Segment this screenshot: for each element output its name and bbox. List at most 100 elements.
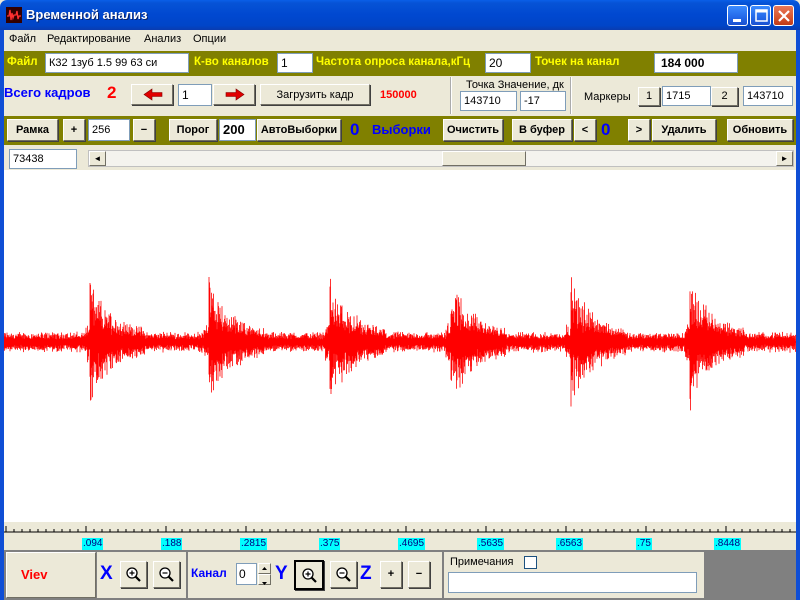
menu-analysis[interactable]: Анализ <box>144 33 181 45</box>
samples-label: Выборки <box>372 122 431 137</box>
scroll-right-button[interactable]: ► <box>776 151 793 166</box>
point-value-header: Точка Значение, дк <box>466 79 564 91</box>
threshold-button[interactable]: Порог <box>169 119 217 141</box>
ruler-tick-label: .5635 <box>477 538 505 550</box>
delete-button[interactable]: Удалить <box>652 119 716 141</box>
minimize-button[interactable] <box>727 5 748 26</box>
waveform-path <box>3 277 796 411</box>
channels-label: К-во каналов <box>194 56 269 68</box>
y-zoom-in-button[interactable] <box>294 560 324 590</box>
y-zoom-out-button[interactable] <box>330 561 357 588</box>
arrow-left-icon <box>143 88 163 101</box>
point-value-group: Точка Значение, дк 143710 -17 <box>450 77 572 114</box>
ruler-tick-label: .6563 <box>556 538 584 550</box>
scroll-row: 73438 ◄ ► <box>4 147 796 169</box>
frame-plus-button[interactable]: + <box>63 119 85 141</box>
frame-number-input[interactable]: 1 <box>178 84 212 106</box>
frame-button[interactable]: Рамка <box>7 119 58 141</box>
horizontal-scrollbar[interactable]: ◄ ► <box>88 150 794 167</box>
marker1-button[interactable]: 1 <box>638 87 660 106</box>
spin-down-icon <box>262 582 267 585</box>
z-plus-button[interactable]: + <box>380 561 402 588</box>
app-icon <box>6 7 22 23</box>
notes-field[interactable] <box>448 572 697 593</box>
x-zoom-out-button[interactable] <box>153 561 180 588</box>
yz-zoom-panel: Канал 0 Y Z + − <box>188 552 442 598</box>
file-info-panel: Файл К32 1зуб 1.5 99 63 си К-во каналов … <box>4 51 796 76</box>
frame-minus-button[interactable]: − <box>133 119 155 141</box>
time-ruler: .094 .188 .2815 .375 .4695 .5635 .6563 .… <box>4 522 796 550</box>
ruler-tick-label: .375 <box>319 538 341 550</box>
zoom-in-icon <box>126 567 141 582</box>
buffer-count: 0 <box>601 120 611 139</box>
ruler-tick-label: .094 <box>82 538 104 550</box>
window-frame-right <box>796 30 800 600</box>
to-buffer-button[interactable]: В буфер <box>512 119 572 141</box>
signal-plot-area[interactable] <box>3 170 796 522</box>
total-frames-value: 2 <box>107 83 117 102</box>
title-bar: Временной анализ <box>0 0 800 30</box>
notes-label: Примечания <box>450 556 514 568</box>
sample-rate-field[interactable]: 20 <box>485 53 531 73</box>
auto-samples-button[interactable]: АвтоВыборки <box>257 119 341 141</box>
total-frames-label: Всего кадров <box>4 85 91 100</box>
menu-bar: Файл Редактирование Анализ Опции <box>4 30 796 50</box>
point-field[interactable]: 143710 <box>460 91 517 111</box>
prev-frame-button[interactable] <box>131 84 173 105</box>
zoom-out-icon <box>336 567 351 582</box>
signal-waveform <box>3 277 796 411</box>
close-button[interactable] <box>773 5 794 26</box>
frame-size-field[interactable]: 256 <box>88 119 130 141</box>
prev-sample-button[interactable]: < <box>574 119 596 141</box>
refresh-button[interactable]: Обновить <box>727 119 793 141</box>
maximize-button[interactable] <box>750 5 771 26</box>
scroll-left-button[interactable]: ◄ <box>89 151 106 166</box>
clear-button[interactable]: Очистить <box>443 119 503 141</box>
ruler-tick-label: .188 <box>161 538 183 550</box>
sample-rate-label: Частота опроса канала,кГц <box>316 56 471 68</box>
file-field[interactable]: К32 1зуб 1.5 99 63 си <box>45 53 189 73</box>
threshold-field[interactable]: 200 <box>219 119 256 141</box>
auto-count: 0 <box>350 120 360 139</box>
notes-panel: Примечания <box>444 552 704 598</box>
marker1-field[interactable]: 1715 <box>662 86 711 106</box>
load-count: 150000 <box>380 89 417 101</box>
frames-panel: Всего кадров 2 1 Загрузить кадр 150000 Т… <box>4 77 796 115</box>
channel-field[interactable]: 0 <box>236 563 257 585</box>
menu-file[interactable]: Файл <box>9 33 36 45</box>
next-frame-button[interactable] <box>213 84 255 105</box>
z-minus-button[interactable]: − <box>408 561 430 588</box>
ruler-tick-label: .8448 <box>714 538 742 550</box>
menu-edit[interactable]: Редактирование <box>47 33 131 45</box>
maximize-icon <box>755 9 768 22</box>
scroll-thumb[interactable] <box>442 151 526 166</box>
markers-label: Маркеры <box>584 91 631 103</box>
channel-spin-down[interactable] <box>258 574 271 585</box>
window-title: Временной анализ <box>26 7 148 22</box>
bottom-toolbar: Viev X Канал 0 Y Z + − Примечания <box>4 550 796 600</box>
points-per-channel-label: Точек на канал <box>535 56 620 68</box>
channel-label: Канал <box>191 566 227 580</box>
x-zoom-panel: X <box>97 552 186 598</box>
next-sample-button[interactable]: > <box>628 119 650 141</box>
zoom-out-icon <box>159 567 174 582</box>
x-zoom-in-button[interactable] <box>120 561 147 588</box>
y-axis-label: Y <box>275 563 288 584</box>
channels-field[interactable]: 1 <box>277 53 313 73</box>
points-per-channel-field: 184 000 <box>654 53 738 73</box>
marker2-field[interactable]: 143710 <box>743 86 793 106</box>
menu-options[interactable]: Опции <box>193 33 226 45</box>
marker2-button[interactable]: 2 <box>711 87 738 106</box>
spin-up-icon <box>262 567 267 570</box>
value-field[interactable]: -17 <box>520 91 566 111</box>
arrow-right-icon <box>225 88 245 101</box>
viev-panel: Viev <box>6 552 96 598</box>
position-field[interactable]: 73438 <box>9 149 77 169</box>
channel-spin-up[interactable] <box>258 563 271 574</box>
notes-checkbox[interactable] <box>524 556 537 569</box>
z-axis-label: Z <box>360 563 372 584</box>
viev-label: Viev <box>21 567 48 582</box>
ruler-tick-label: .75 <box>636 538 652 550</box>
ruler-tick-label: .4695 <box>398 538 426 550</box>
load-frame-button[interactable]: Загрузить кадр <box>260 84 370 105</box>
